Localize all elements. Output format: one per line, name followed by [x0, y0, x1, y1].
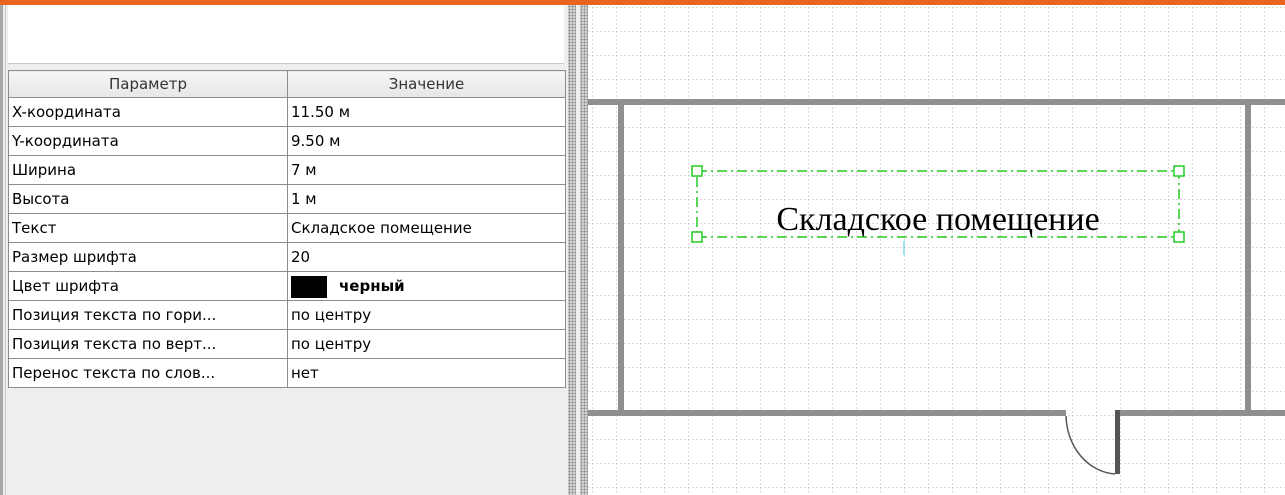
- table-header-row: Параметр Значение: [8, 70, 566, 98]
- wall-bottom-right: [1118, 410, 1285, 416]
- panel-border: [0, 5, 3, 495]
- resize-handle-top-left[interactable]: [691, 165, 703, 177]
- floor-plan-svg: Складское помещение: [588, 5, 1285, 495]
- param-name: Перенос текста по слов...: [8, 358, 288, 388]
- table-row[interactable]: Текст Складское помещение: [8, 213, 566, 243]
- column-header-value[interactable]: Значение: [287, 70, 566, 98]
- table-row[interactable]: Позиция текста по верт... по центру: [8, 329, 566, 359]
- wall-top-right: [1251, 99, 1285, 105]
- wall-top: [588, 99, 1285, 105]
- param-value[interactable]: Складское помещение: [287, 213, 566, 243]
- param-value[interactable]: по центру: [287, 300, 566, 330]
- table-row[interactable]: Позиция текста по гори... по центру: [8, 300, 566, 330]
- param-name: Ширина: [8, 155, 288, 185]
- column-header-param[interactable]: Параметр: [8, 70, 288, 98]
- param-name: X-координата: [8, 97, 288, 127]
- param-value[interactable]: по центру: [287, 329, 566, 359]
- panel-border-inner: [5, 5, 6, 495]
- table-row[interactable]: X-координата 11.50 м: [8, 97, 566, 127]
- room-label[interactable]: Складское помещение: [776, 201, 1099, 238]
- param-value[interactable]: 7 м: [287, 155, 566, 185]
- param-name: Позиция текста по верт...: [8, 329, 288, 359]
- preview-area: [8, 5, 564, 64]
- wall-bottom-left: [588, 410, 1066, 416]
- properties-panel: Параметр Значение X-координата 11.50 м Y…: [0, 5, 568, 495]
- resize-handle-bottom-left[interactable]: [691, 231, 703, 243]
- wall-right: [1245, 105, 1251, 410]
- door-leaf: [1115, 410, 1120, 474]
- table-row[interactable]: Ширина 7 м: [8, 155, 566, 185]
- resize-handle-bottom-right[interactable]: [1173, 231, 1185, 243]
- param-name: Цвет шрифта: [8, 271, 288, 301]
- wall-left: [618, 105, 624, 410]
- properties-table: Параметр Значение X-координата 11.50 м Y…: [8, 70, 566, 388]
- param-value[interactable]: 20: [287, 242, 566, 272]
- param-name: Высота: [8, 184, 288, 214]
- param-name: Текст: [8, 213, 288, 243]
- table-row[interactable]: Y-координата 9.50 м: [8, 126, 566, 156]
- table-row[interactable]: Цвет шрифта черный: [8, 271, 566, 301]
- param-value[interactable]: 1 м: [287, 184, 566, 214]
- param-name: Y-координата: [8, 126, 288, 156]
- table-row[interactable]: Размер шрифта 20: [8, 242, 566, 272]
- color-name: черный: [339, 277, 405, 295]
- table-row[interactable]: Перенос текста по слов... нет: [8, 358, 566, 388]
- param-value-color[interactable]: черный: [287, 271, 566, 301]
- floor-plan-canvas[interactable]: Складское помещение: [588, 5, 1285, 495]
- param-value[interactable]: 9.50 м: [287, 126, 566, 156]
- resize-handle-top-right[interactable]: [1173, 165, 1185, 177]
- param-name: Размер шрифта: [8, 242, 288, 272]
- splitter-gap: [576, 5, 580, 495]
- param-value[interactable]: 11.50 м: [287, 97, 566, 127]
- table-row[interactable]: Высота 1 м: [8, 184, 566, 214]
- grid: [588, 5, 1285, 495]
- color-swatch[interactable]: [291, 275, 327, 298]
- param-name: Позиция текста по гори...: [8, 300, 288, 330]
- param-value[interactable]: нет: [287, 358, 566, 388]
